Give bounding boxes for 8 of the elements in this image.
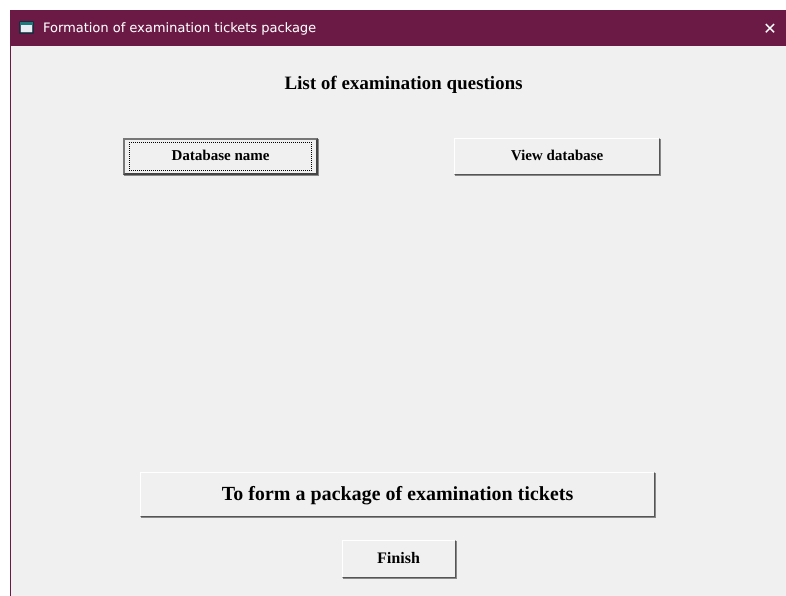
form-button[interactable]: Database name: [123, 138, 318, 175]
window-icon: [19, 21, 35, 35]
form-heading: List of examination questions: [284, 73, 523, 95]
form-button[interactable]: To form a package of examination tickets: [140, 472, 655, 517]
form-button[interactable]: View database: [454, 138, 660, 175]
close-button[interactable]: ✕: [754, 12, 786, 44]
finish-button[interactable]: Finish: [342, 540, 456, 578]
window-title: Formation of examination tickets package: [43, 20, 318, 36]
